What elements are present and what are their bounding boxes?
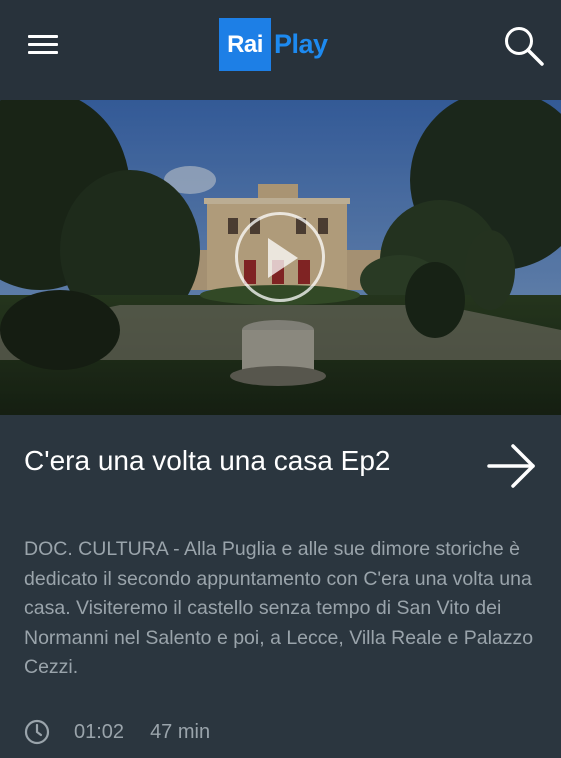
top-bar: Rai Play (0, 0, 561, 100)
program-meta: 01:02 47 min (24, 717, 210, 747)
raiplay-logo[interactable]: Rai Play (219, 18, 328, 71)
search-icon[interactable] (502, 24, 546, 68)
duration: 47 min (150, 720, 211, 743)
clock-icon (24, 719, 50, 745)
menu-line (28, 35, 58, 38)
play-icon[interactable] (268, 238, 298, 278)
program-description: DOC. CULTURA - Alla Puglia e alle sue di… (24, 538, 534, 678)
air-time: 01:02 (74, 720, 125, 743)
program-title[interactable]: C'era una volta una casa Ep2 (24, 445, 390, 477)
program-info: C'era una volta una casa Ep2 DOC. CULTUR… (0, 415, 561, 758)
menu-line (28, 51, 58, 54)
hamburger-menu-icon[interactable] (26, 30, 60, 58)
hero-video-thumbnail[interactable] (0, 100, 561, 415)
logo-play-text: Play (274, 29, 328, 59)
logo-rai-text: Rai (227, 30, 263, 58)
arrow-right-icon[interactable] (486, 441, 538, 491)
logo-rai-box: Rai (219, 18, 271, 71)
menu-line (28, 43, 58, 46)
